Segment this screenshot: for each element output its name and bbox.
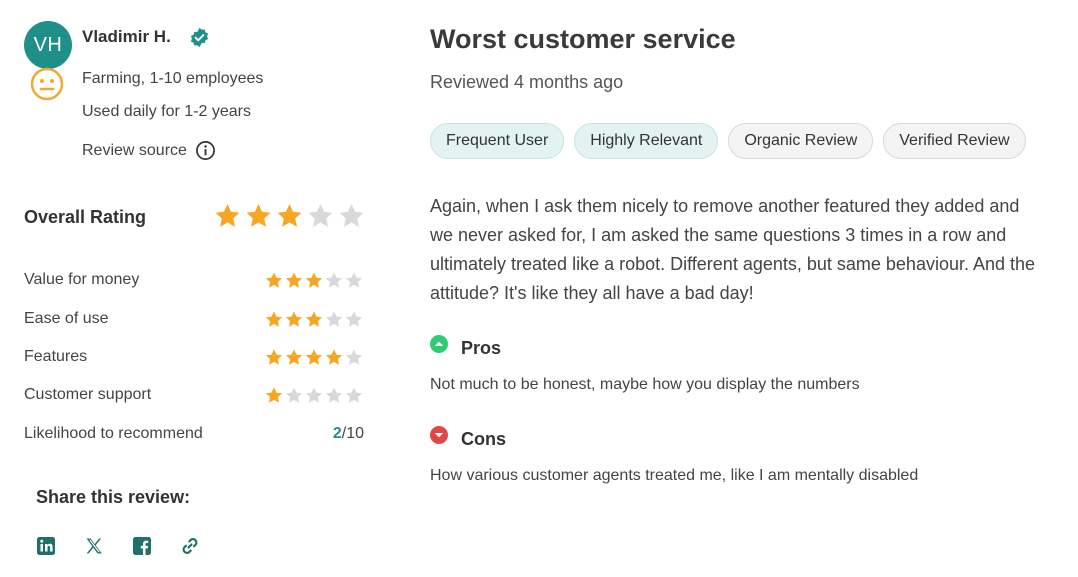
avatar: VH (24, 21, 72, 69)
pros-up-icon (430, 335, 448, 353)
star-filled-icon (265, 271, 283, 288)
rating-label: Customer support (24, 386, 152, 403)
review-tags: Frequent User Highly Relevant Organic Re… (430, 123, 1026, 159)
star-filled-icon (215, 204, 240, 227)
share-label: Share this review: (36, 487, 191, 507)
star-empty-icon (285, 386, 303, 403)
star-filled-icon (285, 310, 303, 327)
star-filled-icon (285, 271, 303, 288)
rating-stars (264, 310, 364, 329)
star-filled-icon (277, 204, 302, 227)
review-source-label: Review source (82, 142, 187, 159)
star-filled-icon (265, 348, 283, 365)
review-title: Worst customer service (430, 24, 736, 54)
star-filled-icon (265, 310, 283, 327)
overall-rating-stars (213, 202, 366, 230)
star-empty-icon (325, 271, 343, 288)
link-icon[interactable] (180, 536, 200, 556)
overall-rating-label: Overall Rating (24, 207, 147, 227)
star-filled-icon (285, 348, 303, 365)
star-empty-icon (345, 386, 363, 403)
rating-row-ease-of-use: Ease of use (24, 307, 364, 331)
star-filled-icon (265, 386, 283, 403)
facebook-icon[interactable] (132, 536, 152, 556)
rating-label: Features (24, 348, 88, 365)
star-empty-icon (325, 310, 343, 327)
star-filled-icon (305, 348, 323, 365)
cons-title: Cons (461, 429, 506, 449)
star-empty-icon (339, 204, 364, 227)
reviewer-name: Vladimir H. (82, 27, 171, 46)
pros-title: Pros (461, 338, 502, 358)
star-empty-icon (308, 204, 333, 227)
review-date: Reviewed 4 months ago (430, 72, 624, 92)
tag-organic-review: Organic Review (728, 123, 874, 159)
rating-row-recommend: Likelihood to recommend 2/10 (24, 422, 364, 446)
rating-row-value-for-money: Value for money (24, 268, 364, 292)
tag-verified-review: Verified Review (883, 123, 1026, 159)
rating-stars (264, 386, 364, 405)
rating-stars (264, 348, 364, 367)
rating-row-customer-support: Customer support (24, 383, 364, 407)
star-empty-icon (345, 348, 363, 365)
cons-text: How various customer agents treated me, … (430, 467, 919, 484)
recommend-label: Likelihood to recommend (24, 425, 203, 442)
recommend-score: 2/10 (332, 425, 364, 442)
reviewer-industry: Farming, 1-10 employees (82, 70, 264, 87)
x-icon[interactable] (84, 536, 104, 556)
star-filled-icon (305, 310, 323, 327)
reviewer-usage: Used daily for 1-2 years (82, 103, 251, 120)
star-empty-icon (345, 271, 363, 288)
star-empty-icon (325, 386, 343, 403)
rating-label: Ease of use (24, 310, 109, 327)
rating-stars (264, 271, 364, 290)
neutral-face-icon (30, 67, 64, 101)
star-filled-icon (246, 204, 271, 227)
tag-highly-relevant: Highly Relevant (574, 123, 719, 159)
star-empty-icon (305, 386, 323, 403)
rating-label: Value for money (24, 271, 140, 288)
star-filled-icon (305, 271, 323, 288)
linkedin-icon[interactable] (36, 536, 56, 556)
rating-row-features: Features (24, 345, 364, 369)
review-body: Again, when I ask them nicely to remove … (430, 196, 1036, 303)
star-filled-icon (325, 348, 343, 365)
tag-frequent-user: Frequent User (430, 123, 565, 159)
cons-down-icon (430, 426, 448, 444)
pros-text: Not much to be honest, maybe how you dis… (430, 376, 860, 393)
star-empty-icon (345, 310, 363, 327)
info-icon[interactable] (195, 140, 216, 161)
verified-badge-icon (190, 27, 209, 48)
